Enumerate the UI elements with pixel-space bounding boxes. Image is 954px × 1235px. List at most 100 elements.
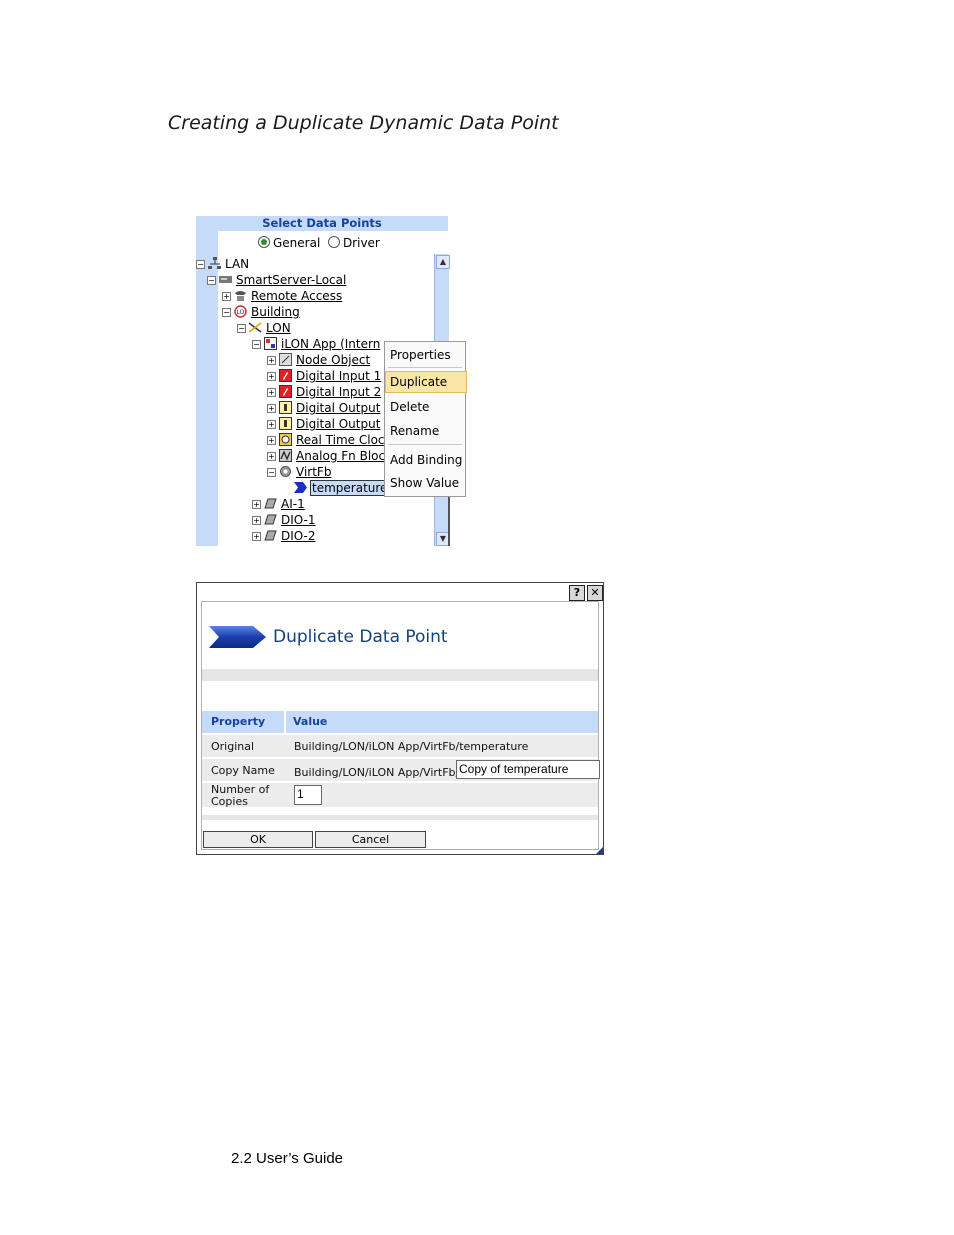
- expand-icon[interactable]: +: [222, 292, 231, 301]
- tree-node-temperature[interactable]: temperature: [294, 480, 390, 496]
- tree-node-dio-1[interactable]: + DIO-1: [252, 512, 316, 528]
- radio-driver-label: Driver: [342, 236, 380, 250]
- tree-node-label: Digital Input 1: [296, 369, 382, 383]
- tree-node-label: Node Object: [296, 353, 371, 367]
- tree-node-label: Digital Output: [296, 401, 381, 415]
- collapse-icon[interactable]: −: [207, 276, 216, 285]
- view-mode-radios: General Driver: [258, 235, 380, 251]
- duplicate-data-point-dialog: ? ✕ Duplicate Data Point Property Value …: [196, 582, 604, 855]
- lon-network-icon: [249, 322, 262, 333]
- menu-item-show-value[interactable]: Show Value: [386, 473, 466, 493]
- tree-node-ai-1[interactable]: + AI-1: [252, 496, 305, 512]
- device-module-icon: [264, 530, 277, 541]
- tree-node-dio-2[interactable]: + DIO-2: [252, 528, 316, 544]
- tree-node-lon[interactable]: − LON: [237, 320, 291, 336]
- close-button[interactable]: ✕: [587, 585, 603, 601]
- expand-icon[interactable]: +: [252, 516, 261, 525]
- collapse-icon[interactable]: −: [237, 324, 246, 333]
- tree-node-lan[interactable]: − LAN: [196, 256, 249, 272]
- menu-item-add-binding[interactable]: Add Binding: [386, 450, 466, 470]
- copy-path-prefix: Building/LON/iLON App/VirtFb/: [294, 766, 460, 779]
- menu-item-delete[interactable]: Delete: [386, 397, 466, 417]
- menu-separator: [388, 367, 462, 368]
- radio-selected-icon: [258, 236, 270, 248]
- section-heading: Creating a Duplicate Dynamic Data Point: [168, 112, 559, 134]
- panel-header: Select Data Points: [196, 216, 448, 231]
- tree-node-node-object[interactable]: + Node Object: [267, 352, 370, 368]
- radio-general-label: General: [273, 236, 321, 250]
- row-label: Copy Name: [211, 764, 275, 777]
- tree-node-digital-output-2[interactable]: + Digital Output: [267, 416, 380, 432]
- row-label: Copies: [211, 795, 248, 808]
- tree-node-label: Building: [251, 305, 300, 319]
- table-row-copy-name: Copy Name Building/LON/iLON App/VirtFb/ …: [202, 759, 600, 781]
- tree-node-label: LAN: [225, 257, 250, 271]
- column-header-property: Property: [211, 715, 266, 728]
- expand-icon[interactable]: +: [267, 404, 276, 413]
- tree-node-building[interactable]: − LO Building: [222, 304, 300, 320]
- tree-node-label: VirtFb: [296, 465, 332, 479]
- datapoint-arrow-icon: [294, 482, 307, 493]
- device-module-icon: [264, 514, 277, 525]
- table-row-number-of-copies: Number of Copies 1: [202, 783, 598, 808]
- tree-node-label: temperature: [309, 480, 390, 496]
- tree-node-label: iLON App (Intern: [281, 337, 381, 351]
- spacer: [202, 700, 598, 710]
- spacer-band: [202, 815, 598, 820]
- menu-item-rename[interactable]: Rename: [386, 421, 466, 441]
- spacer-band: [202, 669, 598, 681]
- expand-icon[interactable]: +: [267, 372, 276, 381]
- tree-node-remote-access[interactable]: + Remote Access: [222, 288, 342, 304]
- original-path: Building/LON/iLON App/VirtFb/temperature: [294, 740, 529, 753]
- expand-icon[interactable]: +: [267, 452, 276, 461]
- node-object-icon: [279, 353, 292, 366]
- menu-item-properties[interactable]: Properties: [386, 345, 466, 365]
- copy-name-input[interactable]: Copy of temperature: [456, 760, 600, 779]
- expand-icon[interactable]: +: [267, 356, 276, 365]
- tree-node-label: Remote Access: [251, 289, 343, 303]
- tree-node-label: SmartServer-Local: [236, 273, 347, 287]
- radio-general[interactable]: General: [258, 236, 320, 250]
- number-of-copies-input[interactable]: 1: [294, 785, 322, 805]
- tree-node-label: LON: [266, 321, 291, 335]
- server-icon: [219, 276, 232, 283]
- expand-icon[interactable]: +: [252, 532, 261, 541]
- tree-node-label: AI-1: [281, 497, 305, 511]
- menu-separator: [388, 444, 462, 445]
- help-button[interactable]: ?: [569, 585, 585, 601]
- collapse-icon[interactable]: −: [267, 468, 276, 477]
- tree-node-digital-input-2[interactable]: + Digital Input 2: [267, 384, 381, 400]
- clock-icon: [279, 433, 292, 446]
- expand-icon[interactable]: +: [267, 388, 276, 397]
- digital-input-icon: [279, 385, 292, 398]
- datapoint-arrow-icon: [209, 626, 266, 648]
- collapse-icon[interactable]: −: [196, 260, 205, 269]
- tree-node-virtfb[interactable]: − VirtFb: [267, 464, 331, 480]
- phone-icon: [235, 291, 246, 301]
- collapse-icon[interactable]: −: [222, 308, 231, 317]
- tree-node-real-time-clock[interactable]: + Real Time Cloc: [267, 432, 385, 448]
- collapse-icon[interactable]: −: [252, 340, 261, 349]
- resize-grip-icon[interactable]: [596, 847, 603, 854]
- tree-node-smartserver[interactable]: − SmartServer-Local: [207, 272, 346, 288]
- digital-input-icon: [279, 369, 292, 382]
- tree-node-digital-input-1[interactable]: + Digital Input 1: [267, 368, 381, 384]
- expand-icon[interactable]: +: [267, 420, 276, 429]
- radio-unselected-icon: [327, 236, 340, 248]
- tree-node-ilon-app[interactable]: − iLON App (Intern: [252, 336, 380, 352]
- cancel-button[interactable]: Cancel: [315, 831, 426, 848]
- tree-node-label: Real Time Cloc: [296, 433, 385, 447]
- dialog-title: Duplicate Data Point: [273, 627, 448, 647]
- menu-item-duplicate[interactable]: Duplicate: [385, 371, 467, 393]
- tree-node-digital-output-1[interactable]: + Digital Output: [267, 400, 380, 416]
- device-icon: [264, 337, 277, 350]
- ok-button[interactable]: OK: [203, 831, 313, 848]
- tree-node-label: Analog Fn Bloc: [296, 449, 386, 463]
- scroll-up-arrow-icon[interactable]: ▲: [436, 255, 450, 269]
- building-icon: LO: [234, 305, 247, 318]
- radio-driver[interactable]: Driver: [327, 236, 380, 250]
- tree-node-analog-fn-block[interactable]: + Analog Fn Bloc: [267, 448, 385, 464]
- expand-icon[interactable]: +: [267, 436, 276, 445]
- expand-icon[interactable]: +: [252, 500, 261, 509]
- device-module-icon: [264, 498, 277, 509]
